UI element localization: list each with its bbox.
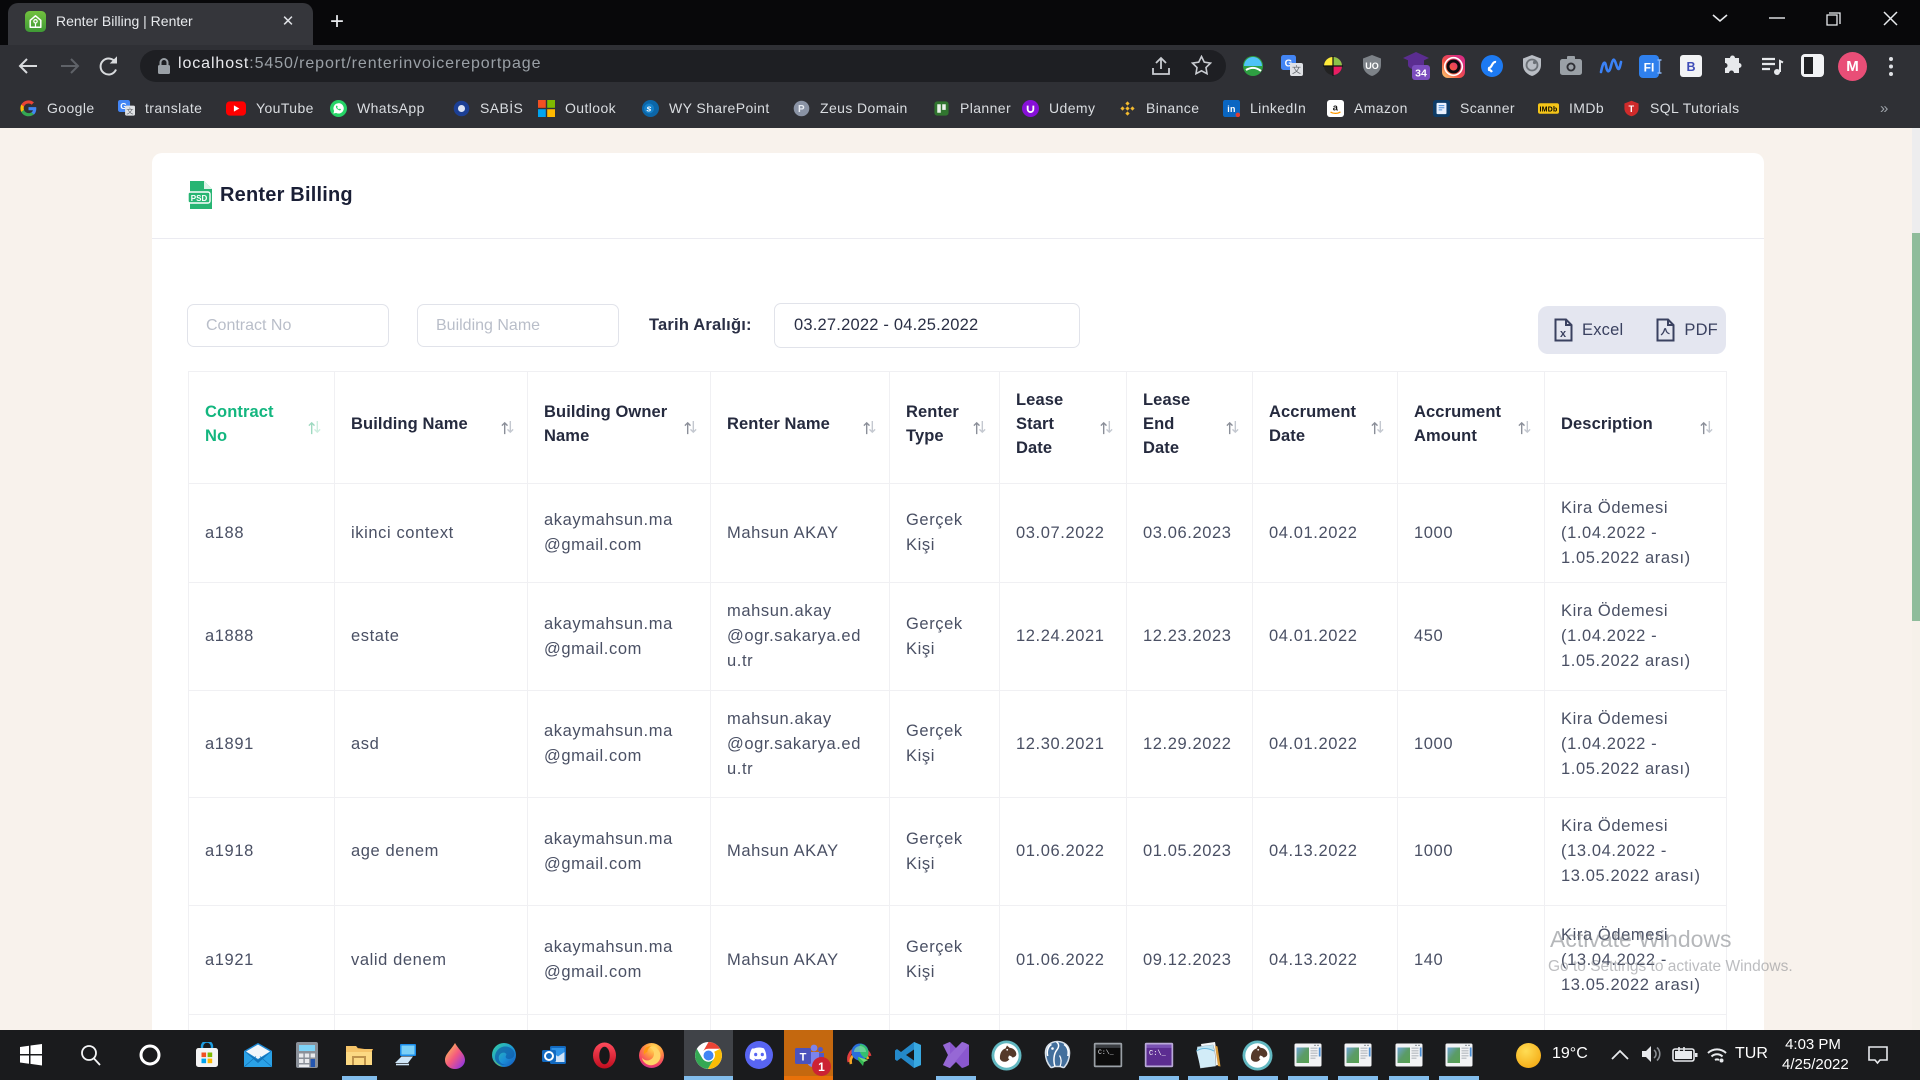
svg-text:s: s [646,103,651,113]
svg-text:a: a [1333,102,1339,112]
svg-text:34: 34 [1415,68,1427,80]
svg-text:C:\_: C:\_ [1149,1050,1167,1058]
svg-text:C:\_: C:\_ [1098,1049,1114,1056]
svg-text:PSD: PSD [191,194,208,203]
svg-text:in: in [1227,104,1235,114]
svg-text:UO: UO [1365,61,1379,71]
svg-text:B: B [1686,60,1695,74]
svg-text:FI: FI [1644,61,1655,75]
svg-text:T: T [1629,104,1635,114]
svg-text:P: P [798,104,805,115]
svg-text:x: x [1560,328,1567,340]
svg-text:IMDb: IMDb [1539,106,1557,113]
svg-text:T: T [799,1052,806,1064]
svg-text:文: 文 [1292,64,1301,75]
svg-text:文: 文 [126,106,133,115]
svg-text:1: 1 [818,1060,825,1074]
